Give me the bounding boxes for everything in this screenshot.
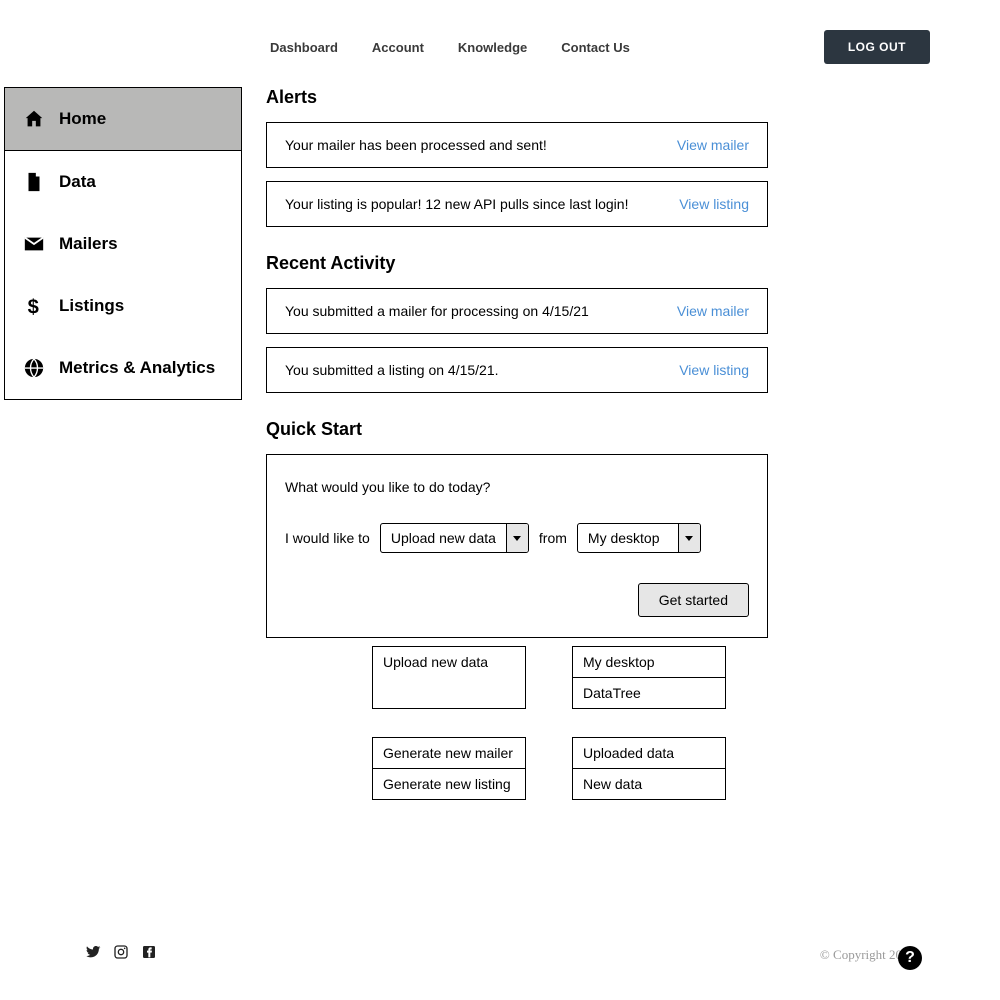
option-new-data[interactable]: New data	[573, 769, 725, 799]
option-datatree[interactable]: DataTree	[573, 678, 725, 708]
sidebar-item-label: Listings	[59, 296, 124, 316]
sidebar-item-metrics[interactable]: Metrics & Analytics	[5, 337, 241, 399]
option-uploaded-data[interactable]: Uploaded data	[573, 738, 725, 769]
sidebar-item-mailers[interactable]: Mailers	[5, 213, 241, 275]
option-lists: Upload new data My desktop DataTree Gene…	[372, 646, 772, 828]
top-nav: Dashboard Account Knowledge Contact Us L…	[270, 30, 930, 64]
activity-text: You submitted a listing on 4/15/21.	[285, 362, 499, 378]
sidebar-item-label: Data	[59, 172, 96, 192]
activity-card: You submitted a listing on 4/15/21. View…	[266, 347, 768, 393]
instagram-icon[interactable]	[113, 944, 129, 965]
logout-button[interactable]: LOG OUT	[824, 30, 930, 64]
option-upload-new-data[interactable]: Upload new data	[373, 647, 525, 677]
svg-text:$: $	[28, 296, 39, 317]
sidebar-item-listings[interactable]: $ Listings	[5, 275, 241, 337]
quickstart-middle-text: from	[539, 530, 567, 546]
sidebar-item-data[interactable]: Data	[5, 151, 241, 213]
footer: © Copyright 2020	[0, 944, 1000, 965]
sidebar-item-label: Mailers	[59, 234, 118, 254]
get-started-button[interactable]: Get started	[638, 583, 749, 617]
view-mailer-link[interactable]: View mailer	[677, 137, 749, 153]
facebook-icon[interactable]	[141, 944, 157, 965]
option-generate-listing[interactable]: Generate new listing	[373, 769, 525, 799]
activity-card: You submitted a mailer for processing on…	[266, 288, 768, 334]
action-options-box: Generate new mailer Generate new listing	[372, 737, 526, 800]
chevron-down-icon	[506, 524, 528, 552]
action-options-box: Upload new data	[372, 646, 526, 709]
view-listing-link[interactable]: View listing	[679, 362, 749, 378]
mail-icon	[23, 233, 45, 255]
nav-contact[interactable]: Contact Us	[561, 40, 630, 55]
nav-dashboard[interactable]: Dashboard	[270, 40, 338, 55]
action-dropdown-value: Upload new data	[381, 524, 506, 552]
dollar-icon: $	[23, 295, 45, 317]
source-options-box: Uploaded data New data	[572, 737, 726, 800]
help-button[interactable]: ?	[898, 946, 922, 970]
main-content: Alerts Your mailer has been processed an…	[266, 87, 768, 664]
globe-icon	[23, 357, 45, 379]
activity-text: You submitted a mailer for processing on…	[285, 303, 589, 319]
sidebar: Home Data Mailers $ Listings Metrics & A…	[4, 87, 242, 400]
quickstart-lead-text: I would like to	[285, 530, 370, 546]
alert-text: Your mailer has been processed and sent!	[285, 137, 547, 153]
source-dropdown-value: My desktop	[578, 524, 678, 552]
file-icon	[23, 171, 45, 193]
sidebar-item-label: Home	[59, 109, 106, 129]
alert-card: Your listing is popular! 12 new API pull…	[266, 181, 768, 227]
recent-title: Recent Activity	[266, 253, 768, 274]
alert-text: Your listing is popular! 12 new API pull…	[285, 196, 628, 212]
action-dropdown[interactable]: Upload new data	[380, 523, 529, 553]
view-mailer-link[interactable]: View mailer	[677, 303, 749, 319]
option-generate-mailer[interactable]: Generate new mailer	[373, 738, 525, 769]
sidebar-item-label: Metrics & Analytics	[59, 358, 215, 378]
alerts-section: Alerts Your mailer has been processed an…	[266, 87, 768, 227]
sidebar-item-home[interactable]: Home	[5, 88, 241, 151]
quickstart-row: I would like to Upload new data from My …	[285, 523, 749, 553]
option-my-desktop[interactable]: My desktop	[573, 647, 725, 678]
nav-account[interactable]: Account	[372, 40, 424, 55]
option-row: Generate new mailer Generate new listing…	[372, 737, 772, 800]
quickstart-title: Quick Start	[266, 419, 768, 440]
home-icon	[23, 108, 45, 130]
twitter-icon[interactable]	[85, 944, 101, 965]
quickstart-section: Quick Start What would you like to do to…	[266, 419, 768, 638]
alert-card: Your mailer has been processed and sent!…	[266, 122, 768, 168]
nav-knowledge[interactable]: Knowledge	[458, 40, 527, 55]
chevron-down-icon	[678, 524, 700, 552]
source-dropdown[interactable]: My desktop	[577, 523, 701, 553]
view-listing-link[interactable]: View listing	[679, 196, 749, 212]
top-nav-links: Dashboard Account Knowledge Contact Us	[270, 40, 630, 55]
option-row: Upload new data My desktop DataTree	[372, 646, 772, 709]
quickstart-box: What would you like to do today? I would…	[266, 454, 768, 638]
recent-section: Recent Activity You submitted a mailer f…	[266, 253, 768, 393]
source-options-box: My desktop DataTree	[572, 646, 726, 709]
alerts-title: Alerts	[266, 87, 768, 108]
quickstart-prompt: What would you like to do today?	[285, 479, 749, 495]
social-links	[85, 944, 157, 965]
